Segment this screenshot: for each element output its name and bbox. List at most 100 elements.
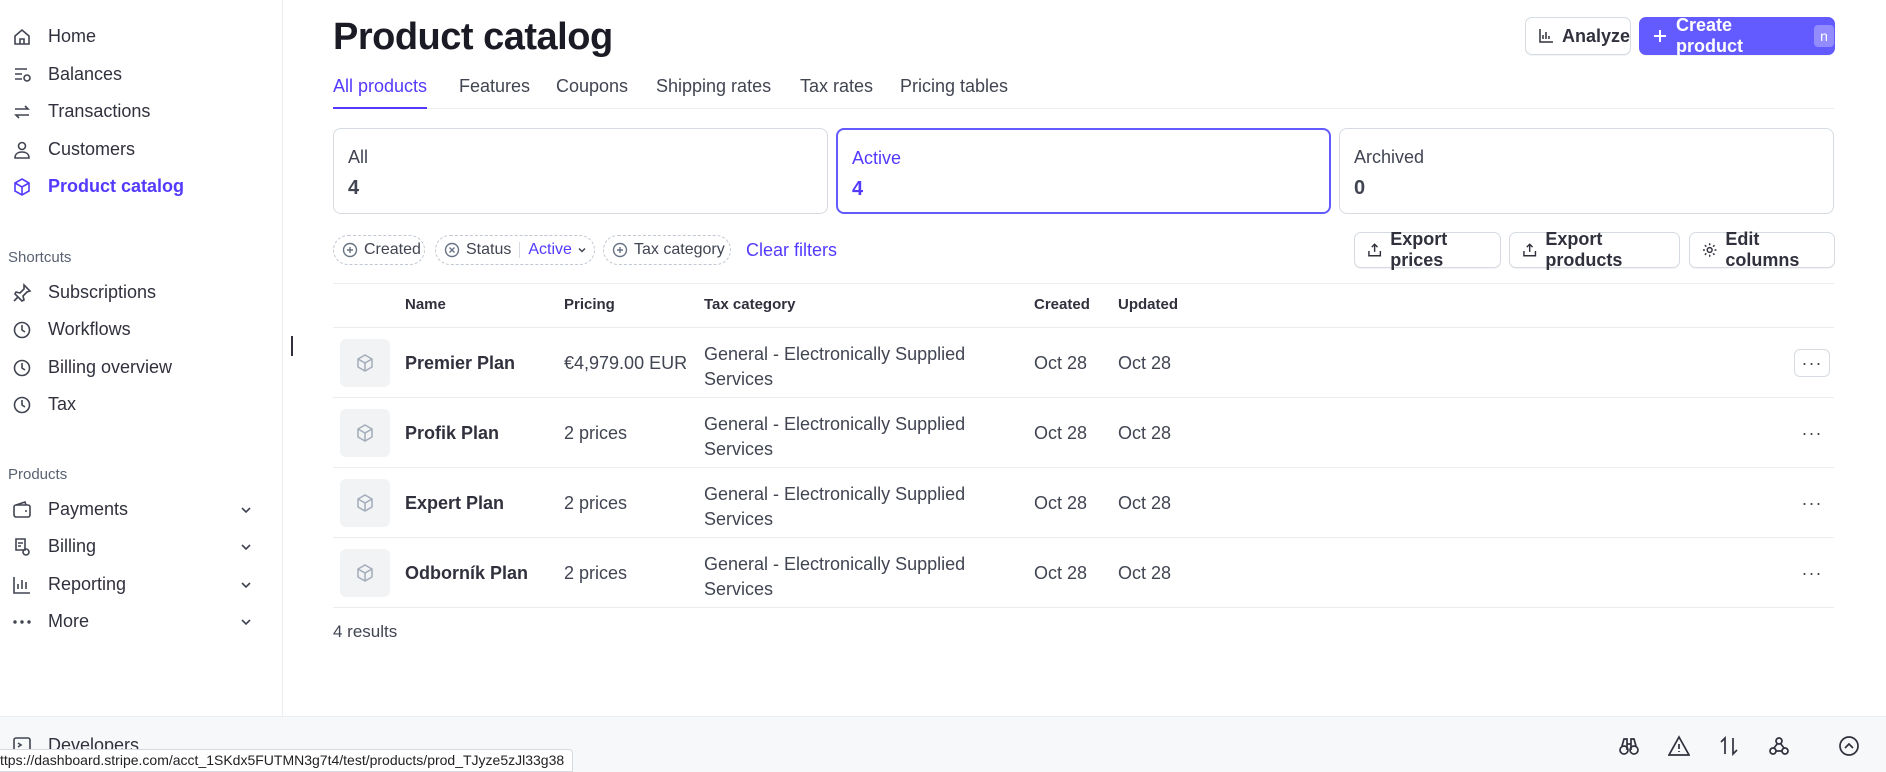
tab-all-products[interactable]: All products — [333, 76, 428, 109]
edit-columns-label: Edit columns — [1725, 229, 1800, 270]
sidebar-item-transactions[interactable]: Transactions — [0, 96, 270, 126]
summary-card-active[interactable]: Active 4 — [836, 128, 1331, 214]
product-pricing: 2 prices — [564, 493, 628, 513]
products-heading: Products — [8, 466, 68, 483]
sidebar-item-reporting[interactable]: Reporting — [0, 569, 270, 599]
customers-icon — [12, 140, 32, 160]
more-dots-icon — [12, 612, 32, 632]
home-icon — [12, 27, 32, 47]
column-header-pricing[interactable]: Pricing — [564, 296, 615, 313]
transactions-icon — [12, 102, 32, 122]
sidebar-item-billing[interactable]: Billing — [0, 531, 270, 561]
summary-card-all[interactable]: All 4 — [333, 128, 828, 214]
tab-coupons[interactable]: Coupons — [556, 76, 628, 109]
sidebar-item-label: Billing — [48, 535, 97, 556]
product-name[interactable]: Odborník Plan — [405, 563, 528, 584]
sidebar-item-tax[interactable]: Tax — [0, 389, 270, 419]
export-prices-button[interactable]: Export prices — [1354, 229, 1501, 270]
sidebar-item-label: Tax — [48, 393, 77, 414]
tab-shipping-rates[interactable]: Shipping rates — [656, 76, 771, 109]
product-image-placeholder — [340, 549, 390, 597]
row-actions-button[interactable]: ··· — [1794, 559, 1830, 587]
product-updated: Oct 28 — [1118, 353, 1172, 373]
column-header-name[interactable]: Name — [405, 296, 446, 313]
sidebar-item-subscriptions[interactable]: Subscriptions — [0, 277, 270, 307]
sidebar-item-label: Transactions — [48, 100, 151, 121]
export-products-button[interactable]: Export products — [1509, 229, 1680, 270]
row-actions-button[interactable]: ··· — [1794, 349, 1830, 377]
tax-category-line: General - Electronically Supplied — [704, 344, 966, 364]
filter-status[interactable]: Status Active — [435, 235, 595, 265]
table-row[interactable]: Profik Plan 2 prices General - Electroni… — [333, 397, 1834, 467]
product-updated: Oct 28 — [1118, 493, 1172, 513]
analyze-button[interactable]: Analyze — [1525, 17, 1631, 55]
shortcuts-heading: Shortcuts — [8, 249, 72, 266]
summary-card-label: All — [348, 147, 369, 167]
product-pricing: 2 prices — [564, 563, 628, 583]
tab-tax-rates[interactable]: Tax rates — [800, 76, 873, 109]
product-name[interactable]: Premier Plan — [405, 353, 515, 374]
product-created: Oct 28 — [1034, 493, 1088, 513]
tax-category-line: Services — [704, 439, 774, 459]
clear-filters-link[interactable]: Clear filters — [746, 240, 837, 261]
tax-category-line: General - Electronically Supplied — [704, 554, 966, 574]
export-prices-label: Export prices — [1390, 229, 1448, 270]
filter-tax-category[interactable]: Tax category — [603, 235, 731, 265]
keyboard-shortcut-badge: n — [1814, 25, 1834, 47]
tax-category-line: Services — [704, 369, 774, 389]
create-product-button[interactable]: Create product n — [1639, 15, 1835, 56]
product-created: Oct 28 — [1034, 353, 1088, 373]
chevron-up-circle-icon[interactable] — [1838, 735, 1860, 757]
chevron-down-icon — [238, 502, 254, 518]
sidebar-item-billing-overview[interactable]: Billing overview — [0, 352, 270, 382]
tax-category-line: General - Electronically Supplied — [704, 484, 966, 504]
chevron-down-icon — [238, 539, 254, 555]
filter-status-label: Status — [466, 241, 512, 258]
product-updated: Oct 28 — [1118, 423, 1172, 443]
summary-card-count: 0 — [1354, 177, 1366, 199]
summary-card-label: Archived — [1354, 147, 1425, 167]
bar-chart-icon — [12, 575, 32, 595]
analyze-label: Analyze — [1561, 25, 1630, 46]
sidebar-item-balances[interactable]: Balances — [0, 59, 270, 89]
product-name[interactable]: Profik Plan — [405, 423, 499, 444]
filter-created[interactable]: Created — [333, 235, 425, 265]
table-row[interactable]: Expert Plan 2 prices General - Electroni… — [333, 467, 1834, 537]
table-row[interactable]: Odborník Plan 2 prices General - Electro… — [333, 537, 1834, 607]
sidebar-item-label: Home — [48, 25, 97, 46]
product-pricing: 2 prices — [564, 423, 628, 443]
product-tax-category: General - Electronically Supplied Service… — [704, 412, 1004, 462]
clock-icon — [12, 358, 32, 378]
tab-features[interactable]: Features — [459, 76, 530, 109]
product-image-placeholder — [340, 409, 390, 457]
sidebar-item-customers[interactable]: Customers — [0, 134, 270, 164]
sidebar-item-home[interactable]: Home — [0, 21, 270, 51]
webhook-icon[interactable] — [1768, 735, 1790, 757]
sidebar-item-product-catalog[interactable]: Product catalog — [0, 171, 270, 201]
warning-icon[interactable] — [1668, 735, 1690, 757]
sidebar-item-workflows[interactable]: Workflows — [0, 314, 270, 344]
summary-card-count: 4 — [348, 177, 360, 199]
sidebar-item-more[interactable]: More — [0, 606, 270, 636]
summary-card-archived[interactable]: Archived 0 — [1339, 128, 1834, 214]
edit-columns-button[interactable]: Edit columns — [1689, 229, 1835, 270]
results-count: 4 results — [333, 622, 398, 641]
tab-pricing-tables[interactable]: Pricing tables — [900, 76, 1008, 109]
sidebar-item-payments[interactable]: Payments — [0, 494, 270, 524]
export-products-label: Export products — [1545, 229, 1623, 270]
clear-circle-icon[interactable] — [444, 242, 460, 258]
sort-arrows-icon[interactable] — [1718, 735, 1740, 757]
pin-icon — [12, 283, 32, 303]
add-circle-icon — [612, 242, 628, 258]
table-row[interactable]: Premier Plan €4,979.00 EUR General - Ele… — [333, 327, 1834, 397]
catalog-tabs: All products Features Coupons Shipping r… — [333, 76, 1834, 109]
row-actions-button[interactable]: ··· — [1794, 419, 1830, 447]
sidebar-item-label: Payments — [48, 498, 129, 519]
product-name[interactable]: Expert Plan — [405, 493, 504, 514]
bar-chart-icon — [1538, 28, 1554, 44]
row-actions-button[interactable]: ··· — [1794, 489, 1830, 517]
binoculars-icon[interactable] — [1618, 735, 1640, 757]
column-header-tax-category[interactable]: Tax category — [704, 296, 795, 313]
column-header-updated[interactable]: Updated — [1118, 296, 1178, 313]
column-header-created[interactable]: Created — [1034, 296, 1090, 313]
